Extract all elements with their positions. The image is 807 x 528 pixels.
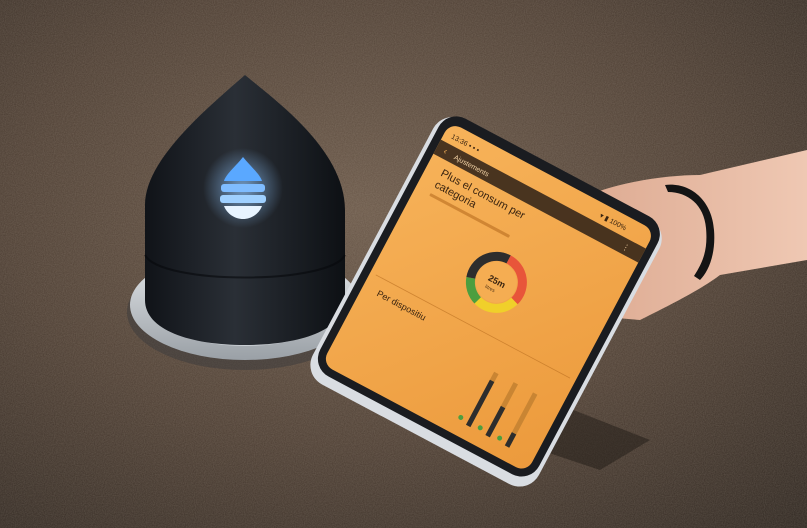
photo-scene: 13:36 ▪ ▪ ▪ ▾ ▮ 100% ‹ Ajustements ⋮ Plu… <box>0 0 807 528</box>
